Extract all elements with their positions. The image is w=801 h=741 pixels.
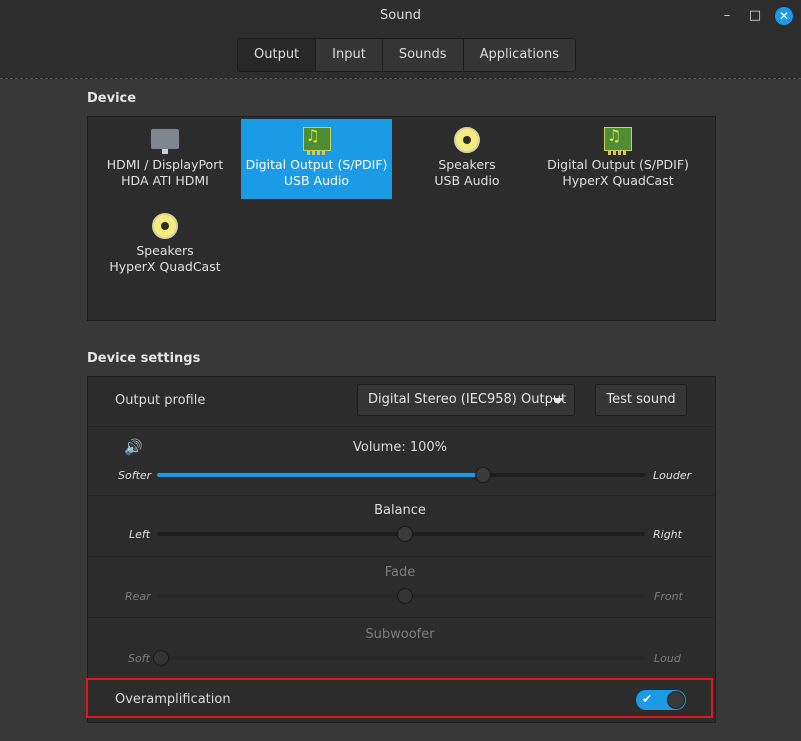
device-name: Digital Output (S/PDIF) — [245, 157, 388, 172]
fade-max-label: Front — [654, 590, 683, 603]
chevron-down-icon — [552, 398, 564, 404]
device-hdmi[interactable]: HDMI / DisplayPort HDA ATI HDMI — [90, 119, 240, 199]
device-description: HyperX QuadCast — [562, 173, 674, 188]
subwoofer-slider-track[interactable] — [157, 656, 645, 660]
divider — [88, 556, 714, 557]
volume-label: Volume: 100% — [352, 440, 448, 455]
subwoofer-min-label: Soft — [128, 652, 150, 665]
tab-output[interactable]: Output — [238, 39, 317, 71]
test-sound-button[interactable]: Test sound — [595, 384, 687, 416]
device-description: HyperX QuadCast — [109, 259, 221, 274]
volume-max-label: Louder — [653, 469, 692, 482]
volume-slider-fill — [157, 473, 480, 477]
sound-card-icon — [302, 126, 332, 155]
speaker-icon — [150, 213, 180, 241]
speaker-volume-icon: 🔊 — [124, 438, 143, 456]
output-profile-dropdown[interactable]: Digital Stereo (IEC958) Output — [357, 384, 575, 416]
close-button[interactable]: ✕ — [775, 7, 793, 25]
balance-slider-handle[interactable] — [397, 526, 413, 542]
divider — [88, 617, 714, 618]
device-description: HDA ATI HDMI — [121, 173, 209, 188]
device-name: Speakers — [438, 157, 496, 172]
fade-slider-handle[interactable] — [397, 588, 413, 604]
monitor-icon — [150, 127, 180, 155]
device-settings-label: Device settings — [87, 351, 201, 366]
fade-label: Fade — [384, 565, 416, 580]
device-speakers-usb[interactable]: Speakers USB Audio — [392, 119, 542, 199]
window-title: Sound — [380, 8, 421, 23]
subwoofer-label: Subwoofer — [365, 627, 435, 642]
device-section-label: Device — [87, 91, 137, 106]
output-profile-value: Digital Stereo (IEC958) Output — [368, 392, 567, 407]
device-description: USB Audio — [283, 173, 350, 188]
maximize-button[interactable]: □ — [747, 8, 763, 24]
overamplification-label: Overamplification — [115, 692, 231, 707]
sound-card-icon — [603, 126, 633, 155]
device-spdif-hyperx[interactable]: Digital Output (S/PDIF) HyperX QuadCast — [543, 119, 693, 199]
volume-slider-handle[interactable] — [475, 467, 492, 483]
device-spdif-usb[interactable]: Digital Output (S/PDIF) USB Audio — [241, 119, 392, 199]
subwoofer-max-label: Loud — [654, 652, 681, 665]
device-name: HDMI / DisplayPort — [106, 157, 224, 172]
tab-applications[interactable]: Applications — [463, 39, 575, 71]
overamplification-toggle[interactable]: ✔ — [636, 690, 686, 710]
volume-min-label: Softer — [118, 469, 152, 482]
output-profile-label: Output profile — [115, 393, 206, 408]
speaker-icon — [452, 127, 482, 155]
divider — [0, 78, 801, 80]
balance-label: Balance — [374, 503, 426, 518]
fade-min-label: Rear — [125, 590, 151, 603]
toggle-knob — [667, 691, 685, 709]
device-settings-panel — [87, 376, 716, 723]
balance-min-label: Left — [129, 528, 151, 541]
minimize-button[interactable]: – — [719, 8, 735, 24]
subwoofer-slider-handle[interactable] — [153, 650, 169, 666]
tab-sounds[interactable]: Sounds — [382, 39, 464, 71]
tab-bar: Output Input Sounds Applications — [237, 38, 576, 72]
device-description: USB Audio — [434, 173, 500, 188]
device-name: Digital Output (S/PDIF) — [547, 157, 689, 172]
device-speakers-hyperx[interactable]: Speakers HyperX QuadCast — [90, 205, 240, 285]
divider — [88, 495, 714, 496]
device-name: Speakers — [136, 243, 194, 258]
divider — [88, 426, 714, 427]
balance-max-label: Right — [653, 528, 682, 541]
check-icon: ✔ — [642, 692, 653, 706]
tab-input[interactable]: Input — [316, 39, 383, 71]
